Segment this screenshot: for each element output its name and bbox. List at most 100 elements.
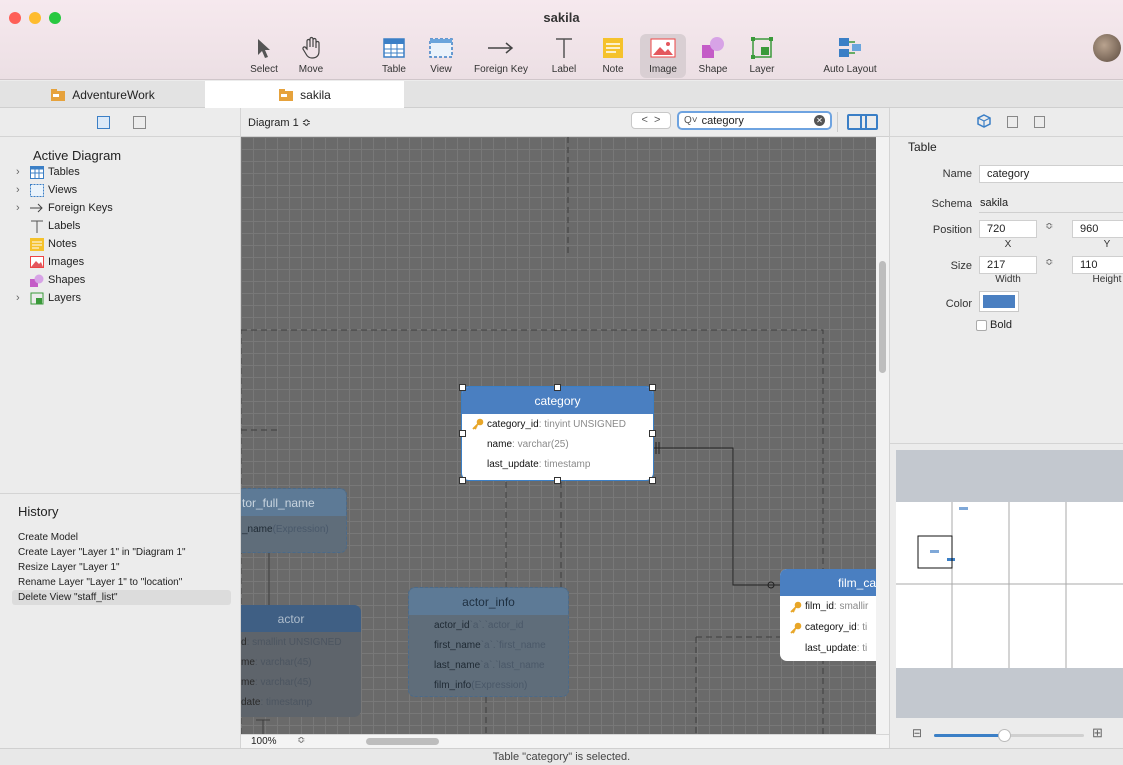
zoom-slider-knob[interactable] <box>998 729 1011 742</box>
position-x-field[interactable]: 720 <box>979 220 1037 238</box>
search-field[interactable]: Q˅ category ✕ <box>677 111 832 130</box>
move-tool[interactable]: Move <box>290 34 332 78</box>
column-type: : smallint UNSIGNED <box>246 636 342 648</box>
layout-inspector-icon[interactable] <box>1034 116 1045 128</box>
disclosure-chevron-icon[interactable]: › <box>16 292 26 304</box>
disclosure-chevron-icon[interactable]: › <box>16 184 26 196</box>
history-item[interactable]: Delete View "staff_list" <box>18 592 118 603</box>
table-tool[interactable]: Table <box>376 34 412 78</box>
image-tool[interactable]: Image <box>640 34 686 78</box>
resize-handle[interactable] <box>459 430 466 437</box>
table-row: first_name `a`.`first_name <box>409 635 568 655</box>
zoom-in-icon[interactable]: ⊞ <box>1092 725 1103 741</box>
zoom-stepper-icon[interactable]: ≎ <box>297 735 305 746</box>
schema-field[interactable]: sakila <box>979 195 1123 213</box>
resize-handle[interactable] <box>554 477 561 484</box>
table-row: d: smallint UNSIGNED <box>241 632 361 652</box>
width-stepper[interactable]: ≎ <box>1045 257 1053 268</box>
tree-item-labels[interactable]: Labels <box>16 217 80 235</box>
color-well[interactable] <box>979 291 1019 312</box>
tree-item-tables[interactable]: › Tables <box>16 163 80 181</box>
history-item[interactable]: Create Model <box>18 532 78 543</box>
disclosure-chevron-icon[interactable]: › <box>16 166 26 178</box>
tree-item-shapes[interactable]: Shapes <box>16 271 85 289</box>
table-category[interactable]: category category_id: tinyint UNSIGNED na… <box>462 387 653 480</box>
tree-item-notes[interactable]: Notes <box>16 235 77 253</box>
diagram-canvas[interactable]: tor_full_name _name (Expression) actor d… <box>241 137 876 734</box>
auto-layout-tool[interactable]: Auto Layout <box>818 34 882 78</box>
table-row: actor_id `a`.`actor_id <box>409 615 568 635</box>
tree-item-layers[interactable]: › Layers <box>16 289 81 307</box>
zoom-slider[interactable] <box>934 729 1084 742</box>
height-field[interactable]: 110 <box>1072 256 1123 274</box>
view-icon <box>30 183 44 197</box>
size-label: Size <box>950 260 972 272</box>
bold-label: Bold <box>990 319 1013 331</box>
disclosure-chevron-icon[interactable]: › <box>16 202 26 214</box>
note-icon <box>30 237 44 251</box>
view-actor-info[interactable]: actor_info actor_id `a`.`actor_id first_n… <box>408 587 569 697</box>
bold-checkbox[interactable] <box>976 320 987 331</box>
position-x-stepper[interactable]: ≎ <box>1045 221 1053 232</box>
view-actor-full-name[interactable]: tor_full_name _name (Expression) <box>241 488 347 553</box>
zoom-out-icon[interactable]: ⊟ <box>912 726 922 740</box>
tree-item-foreign-keys[interactable]: › Foreign Keys <box>16 199 113 217</box>
view-tool[interactable]: View <box>423 34 459 78</box>
table-title: film_ca <box>780 569 876 596</box>
zoom-level[interactable]: 100% <box>251 736 277 747</box>
tree-item-label: Notes <box>48 238 77 250</box>
document-inspector-icon[interactable] <box>1007 116 1018 128</box>
column-name: date <box>241 696 261 708</box>
minimap[interactable] <box>896 450 1123 718</box>
width-field[interactable]: 217 <box>979 256 1037 274</box>
tab-sakila[interactable]: sakila <box>205 81 404 108</box>
select-tool[interactable]: Select <box>244 34 284 78</box>
resize-handle[interactable] <box>459 477 466 484</box>
resize-handle[interactable] <box>649 430 656 437</box>
user-avatar[interactable] <box>1093 34 1121 62</box>
tree-item-label: Views <box>48 184 78 196</box>
diagram-navigator-icon[interactable] <box>97 116 110 129</box>
tab-adventurework[interactable]: AdventureWork <box>0 81 205 108</box>
horizontal-scrollbar-thumb[interactable] <box>366 738 439 745</box>
resize-handle[interactable] <box>649 477 656 484</box>
name-field[interactable]: category <box>979 165 1123 183</box>
column-name: category_id <box>487 418 539 430</box>
layer-tool[interactable]: Layer <box>745 34 779 78</box>
auto-layout-icon <box>818 34 882 62</box>
resize-handle[interactable] <box>649 384 656 391</box>
history-item[interactable]: Create Layer "Layer 1" in "Diagram 1" <box>18 547 186 558</box>
resize-handle[interactable] <box>554 384 561 391</box>
view-icon <box>423 34 459 62</box>
search-prev-next[interactable]: < > <box>631 112 671 129</box>
tree-item-images[interactable]: Images <box>16 253 84 271</box>
resize-handle[interactable] <box>459 384 466 391</box>
shape-icon <box>30 274 44 287</box>
layer-icon <box>30 292 44 305</box>
table-icon <box>30 165 44 179</box>
column-name: film_info <box>434 679 472 691</box>
position-y-field[interactable]: 960 <box>1072 220 1123 238</box>
column-type: `a`.`actor_id <box>469 619 524 631</box>
history-item[interactable]: Resize Layer "Layer 1" <box>18 562 120 573</box>
vertical-scrollbar-thumb[interactable] <box>879 261 886 373</box>
color-swatch <box>983 295 1015 308</box>
diagram-selector[interactable]: Diagram 1 ≎ <box>248 116 311 129</box>
history-item[interactable]: Rename Layer "Layer 1" to "location" <box>18 577 182 588</box>
label-tool[interactable]: Label <box>546 34 582 78</box>
note-tool[interactable]: Note <box>596 34 630 78</box>
clear-search-icon[interactable]: ✕ <box>814 115 825 126</box>
toggle-panels-icon[interactable] <box>847 114 878 130</box>
foreign-key-tool[interactable]: Foreign Key <box>470 34 532 78</box>
shape-tool[interactable]: Shape <box>694 34 732 78</box>
model-navigator-icon[interactable] <box>133 116 146 129</box>
divider <box>0 136 241 137</box>
search-input[interactable]: category <box>702 115 744 127</box>
primary-key-icon <box>472 418 484 430</box>
inspector-section-title: Table <box>908 140 937 154</box>
table-inspector-icon[interactable] <box>977 114 991 128</box>
tree-item-views[interactable]: › Views <box>16 181 77 199</box>
table-film-category[interactable]: film_ca film_id: smallir category_id: ti l… <box>780 569 876 661</box>
vertical-scroll-track[interactable] <box>876 137 889 734</box>
table-actor[interactable]: actor d: smallint UNSIGNED me: varchar(45… <box>241 605 361 717</box>
